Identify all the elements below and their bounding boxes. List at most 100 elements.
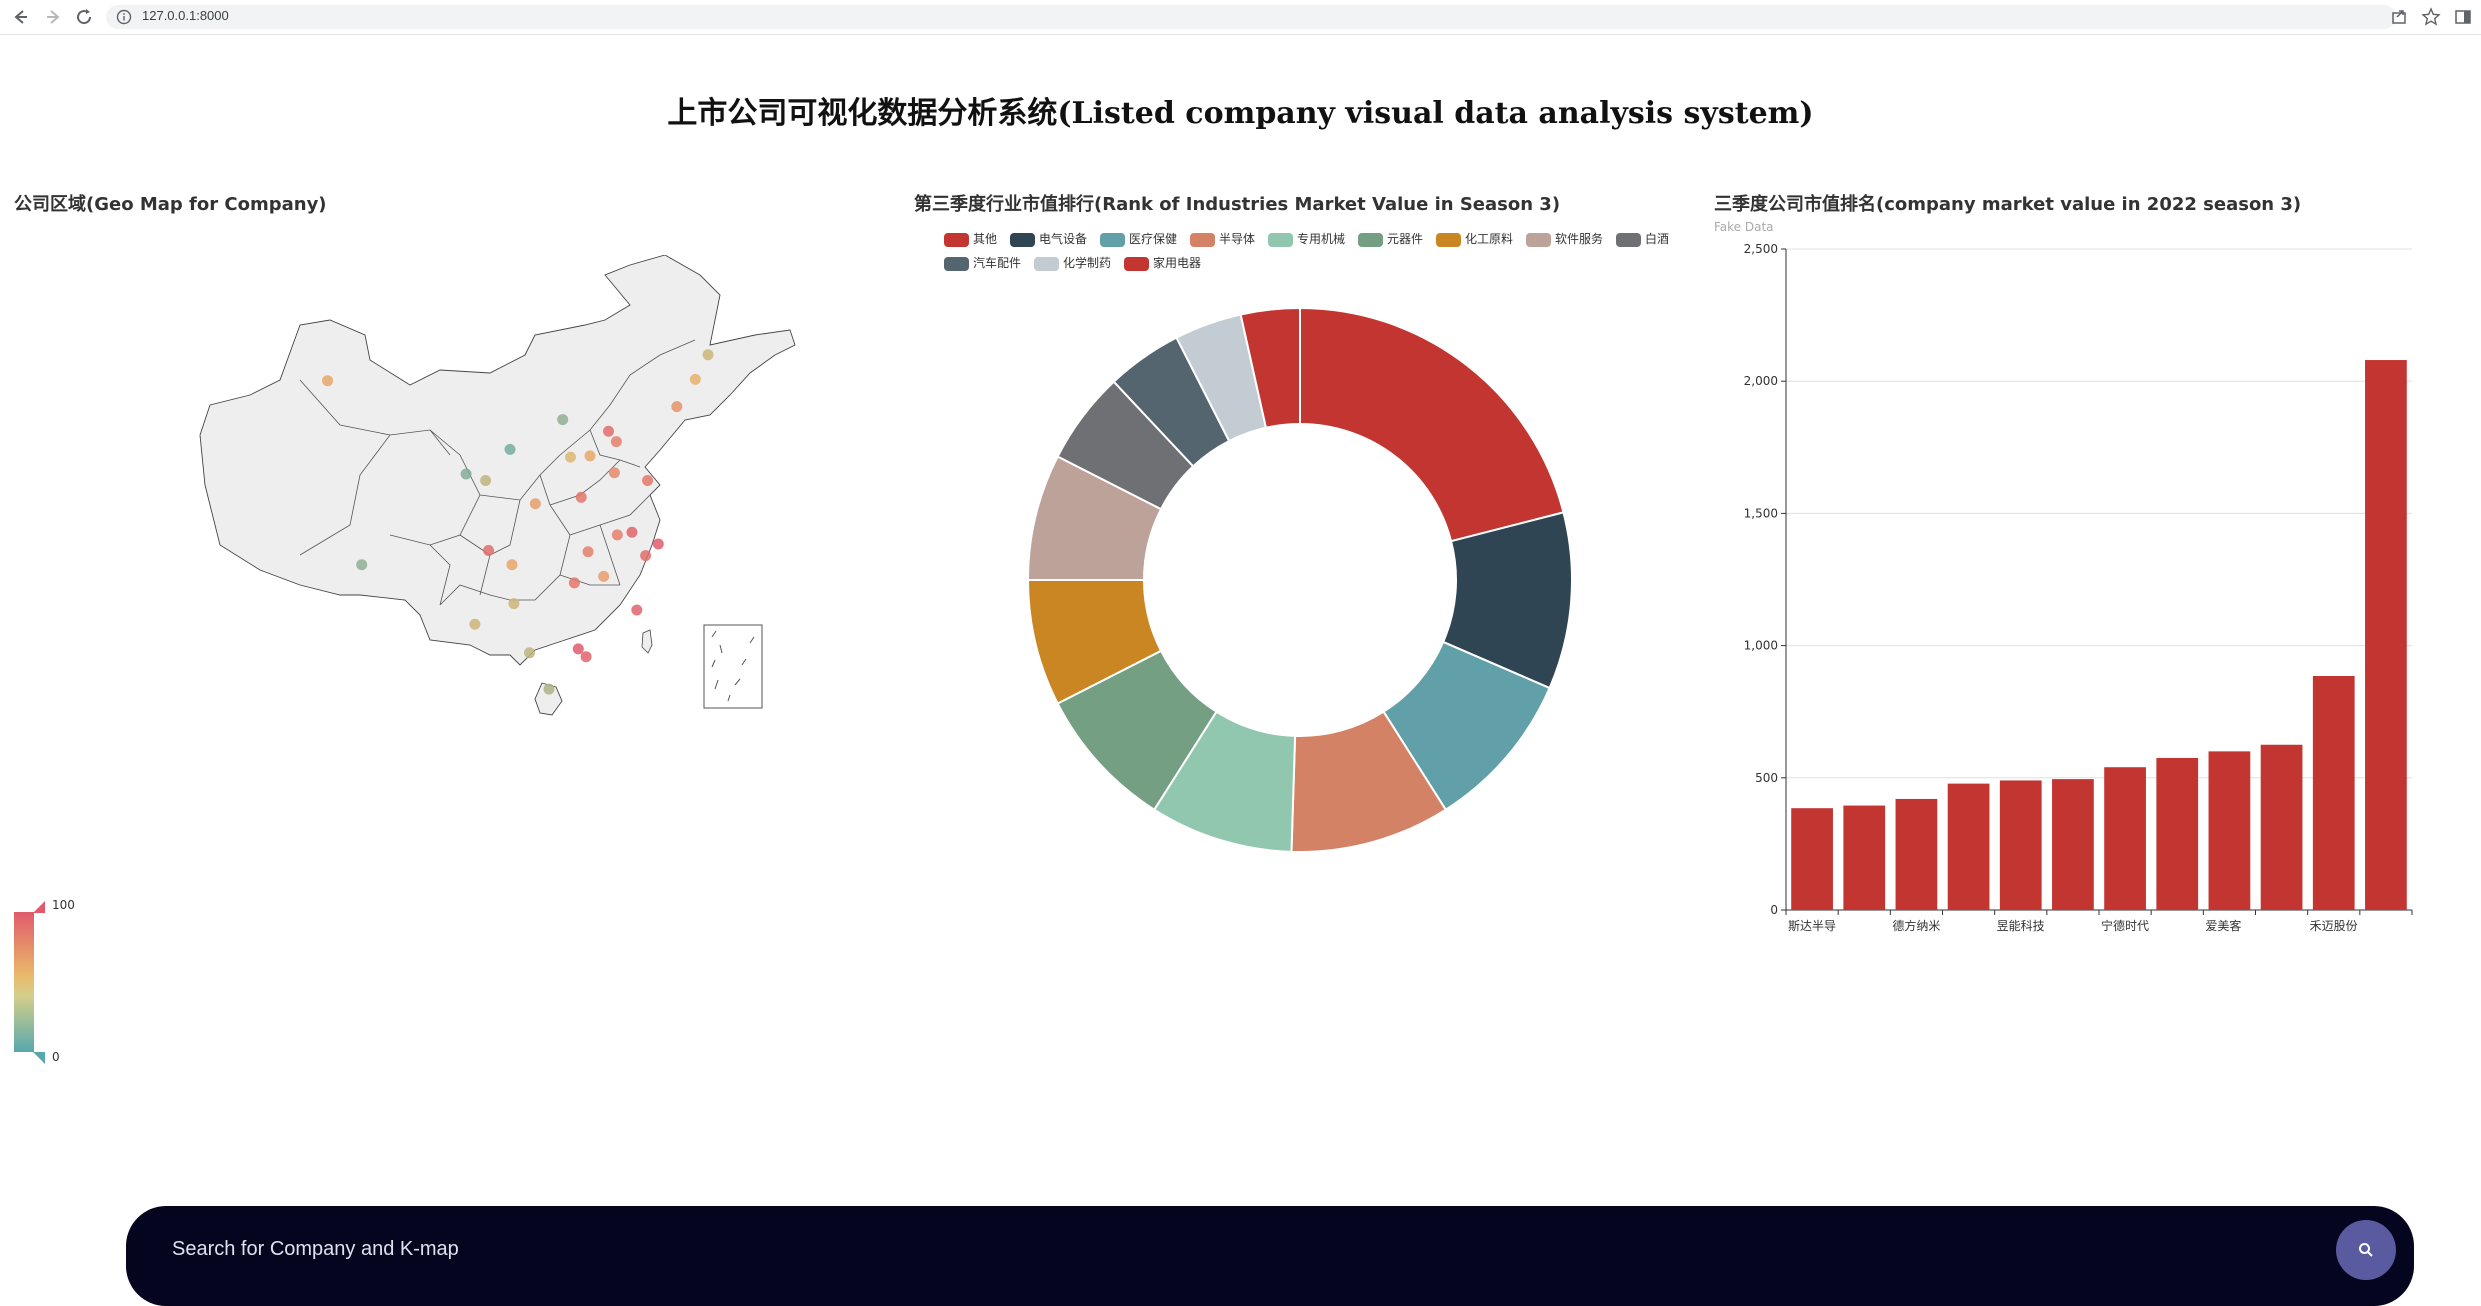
map-point[interactable] — [598, 570, 610, 582]
map-point[interactable] — [584, 450, 596, 462]
legend-swatch — [1526, 232, 1551, 247]
bar-4[interactable] — [1999, 780, 2042, 910]
map-point[interactable] — [524, 647, 536, 659]
visual-map-min-label: 0 — [52, 1050, 60, 1064]
y-tick-label: 500 — [1755, 771, 1778, 785]
legend-label: 家用电器 — [1153, 256, 1202, 270]
back-icon[interactable] — [8, 5, 32, 29]
bar-title: 三季度公司市值排名(company market value in 2022 s… — [1714, 194, 2302, 215]
y-tick-label: 0 — [1770, 903, 1778, 917]
map-point[interactable] — [543, 683, 555, 695]
legend-item[interactable]: 化工原料 — [1436, 230, 1513, 250]
legend-swatch — [1034, 256, 1059, 271]
map-title: 公司区域(Geo Map for Company) — [14, 194, 327, 215]
china-geo-map — [199, 255, 796, 716]
legend-item[interactable]: 医疗保健 — [1100, 230, 1177, 250]
bar-7[interactable] — [2156, 757, 2199, 910]
legend-label: 软件服务 — [1555, 232, 1604, 246]
south-china-sea-inset — [703, 624, 763, 709]
pie-title: 第三季度行业市值排行(Rank of Industries Market Val… — [914, 194, 1561, 215]
map-point[interactable] — [631, 604, 643, 616]
map-point[interactable] — [582, 546, 594, 558]
map-point[interactable] — [603, 425, 615, 437]
visual-map-max-handle[interactable] — [33, 901, 47, 913]
map-point[interactable] — [702, 349, 714, 361]
map-point[interactable] — [642, 474, 654, 486]
legend-item[interactable]: 软件服务 — [1526, 230, 1603, 250]
pie-slice-0[interactable] — [1299, 306, 1565, 543]
map-point[interactable] — [652, 538, 664, 550]
star-icon[interactable] — [2420, 6, 2442, 28]
bar-5[interactable] — [2052, 779, 2094, 910]
map-point[interactable] — [504, 443, 516, 455]
x-tick-label: 禾迈股份 — [2310, 919, 2358, 933]
bar-11[interactable] — [2365, 360, 2407, 911]
bar-1[interactable] — [1843, 805, 1886, 910]
map-point[interactable] — [506, 559, 518, 571]
share-icon[interactable] — [2388, 6, 2410, 28]
map-point[interactable] — [322, 375, 334, 387]
map-point[interactable] — [460, 468, 472, 480]
industry-donut-chart — [1026, 306, 1573, 853]
legend-swatch — [944, 232, 969, 247]
map-point[interactable] — [611, 529, 623, 541]
map-point[interactable] — [580, 651, 592, 663]
bar-2[interactable] — [1895, 798, 1938, 910]
forward-icon[interactable] — [42, 5, 66, 29]
legend-swatch — [1436, 232, 1461, 247]
legend-label: 化工原料 — [1465, 232, 1514, 246]
map-point[interactable] — [480, 474, 492, 486]
map-point[interactable] — [356, 559, 368, 571]
legend-item[interactable]: 家用电器 — [1124, 254, 1201, 274]
y-tick-label: 2,000 — [1744, 374, 1778, 388]
map-point[interactable] — [626, 526, 638, 538]
legend-label: 汽车配件 — [973, 256, 1022, 270]
search-icon — [2359, 1243, 2373, 1257]
map-point[interactable] — [557, 414, 569, 426]
legend-swatch — [1358, 232, 1383, 247]
map-point[interactable] — [469, 618, 481, 630]
search-input[interactable] — [170, 1228, 2174, 1270]
map-point[interactable] — [508, 598, 520, 610]
map-point[interactable] — [483, 544, 495, 556]
map-point[interactable] — [689, 373, 701, 385]
bar-0[interactable] — [1791, 808, 1833, 910]
map-point[interactable] — [610, 436, 622, 448]
map-point[interactable] — [640, 550, 652, 562]
map-point[interactable] — [529, 498, 541, 510]
legend-item[interactable]: 化学制药 — [1034, 254, 1111, 274]
legend-item[interactable]: 元器件 — [1358, 230, 1423, 250]
company-bar-chart: 0 500 1,000 1,500 2,000 2,500 斯达半导 德方纳米 昱能科技 宁德时代… — [1744, 242, 2413, 933]
info-icon[interactable] — [116, 9, 132, 25]
bar-3[interactable] — [1947, 783, 1990, 910]
map-point[interactable] — [572, 643, 584, 655]
reload-icon[interactable] — [72, 5, 96, 29]
legend-item[interactable]: 汽车配件 — [944, 254, 1021, 274]
y-tick-label: 1,500 — [1744, 506, 1778, 520]
legend-swatch — [1616, 232, 1641, 247]
address-bar[interactable]: 127.0.0.1:8000 — [106, 5, 2396, 29]
map-point[interactable] — [575, 491, 587, 503]
legend-label: 电气设备 — [1039, 232, 1088, 246]
visual-map-min-handle[interactable] — [33, 1052, 47, 1064]
bar-9[interactable] — [2260, 744, 2303, 910]
map-point[interactable] — [608, 467, 620, 479]
legend-label: 其他 — [973, 232, 998, 246]
sidebar-icon[interactable] — [2452, 6, 2474, 28]
legend-item[interactable]: 专用机械 — [1268, 230, 1345, 250]
bar-8[interactable] — [2208, 751, 2251, 910]
bar-6[interactable] — [2104, 767, 2146, 910]
search-button[interactable] — [2336, 1220, 2396, 1280]
map-point[interactable] — [568, 577, 580, 589]
map-point[interactable] — [564, 451, 576, 463]
page-title: 上市公司可视化数据分析系统(Listed company visual data… — [667, 96, 1814, 131]
legend-item[interactable]: 半导体 — [1190, 230, 1255, 250]
legend-item[interactable]: 电气设备 — [1010, 230, 1087, 250]
x-tick-label: 斯达半导 — [1788, 919, 1836, 933]
legend-item[interactable]: 白酒 — [1616, 230, 1669, 250]
bar-10[interactable] — [2312, 676, 2355, 910]
y-tick-label: 1,000 — [1744, 639, 1778, 653]
map-landmass — [199, 255, 796, 716]
map-point[interactable] — [671, 401, 683, 413]
legend-item[interactable]: 其他 — [944, 230, 997, 250]
